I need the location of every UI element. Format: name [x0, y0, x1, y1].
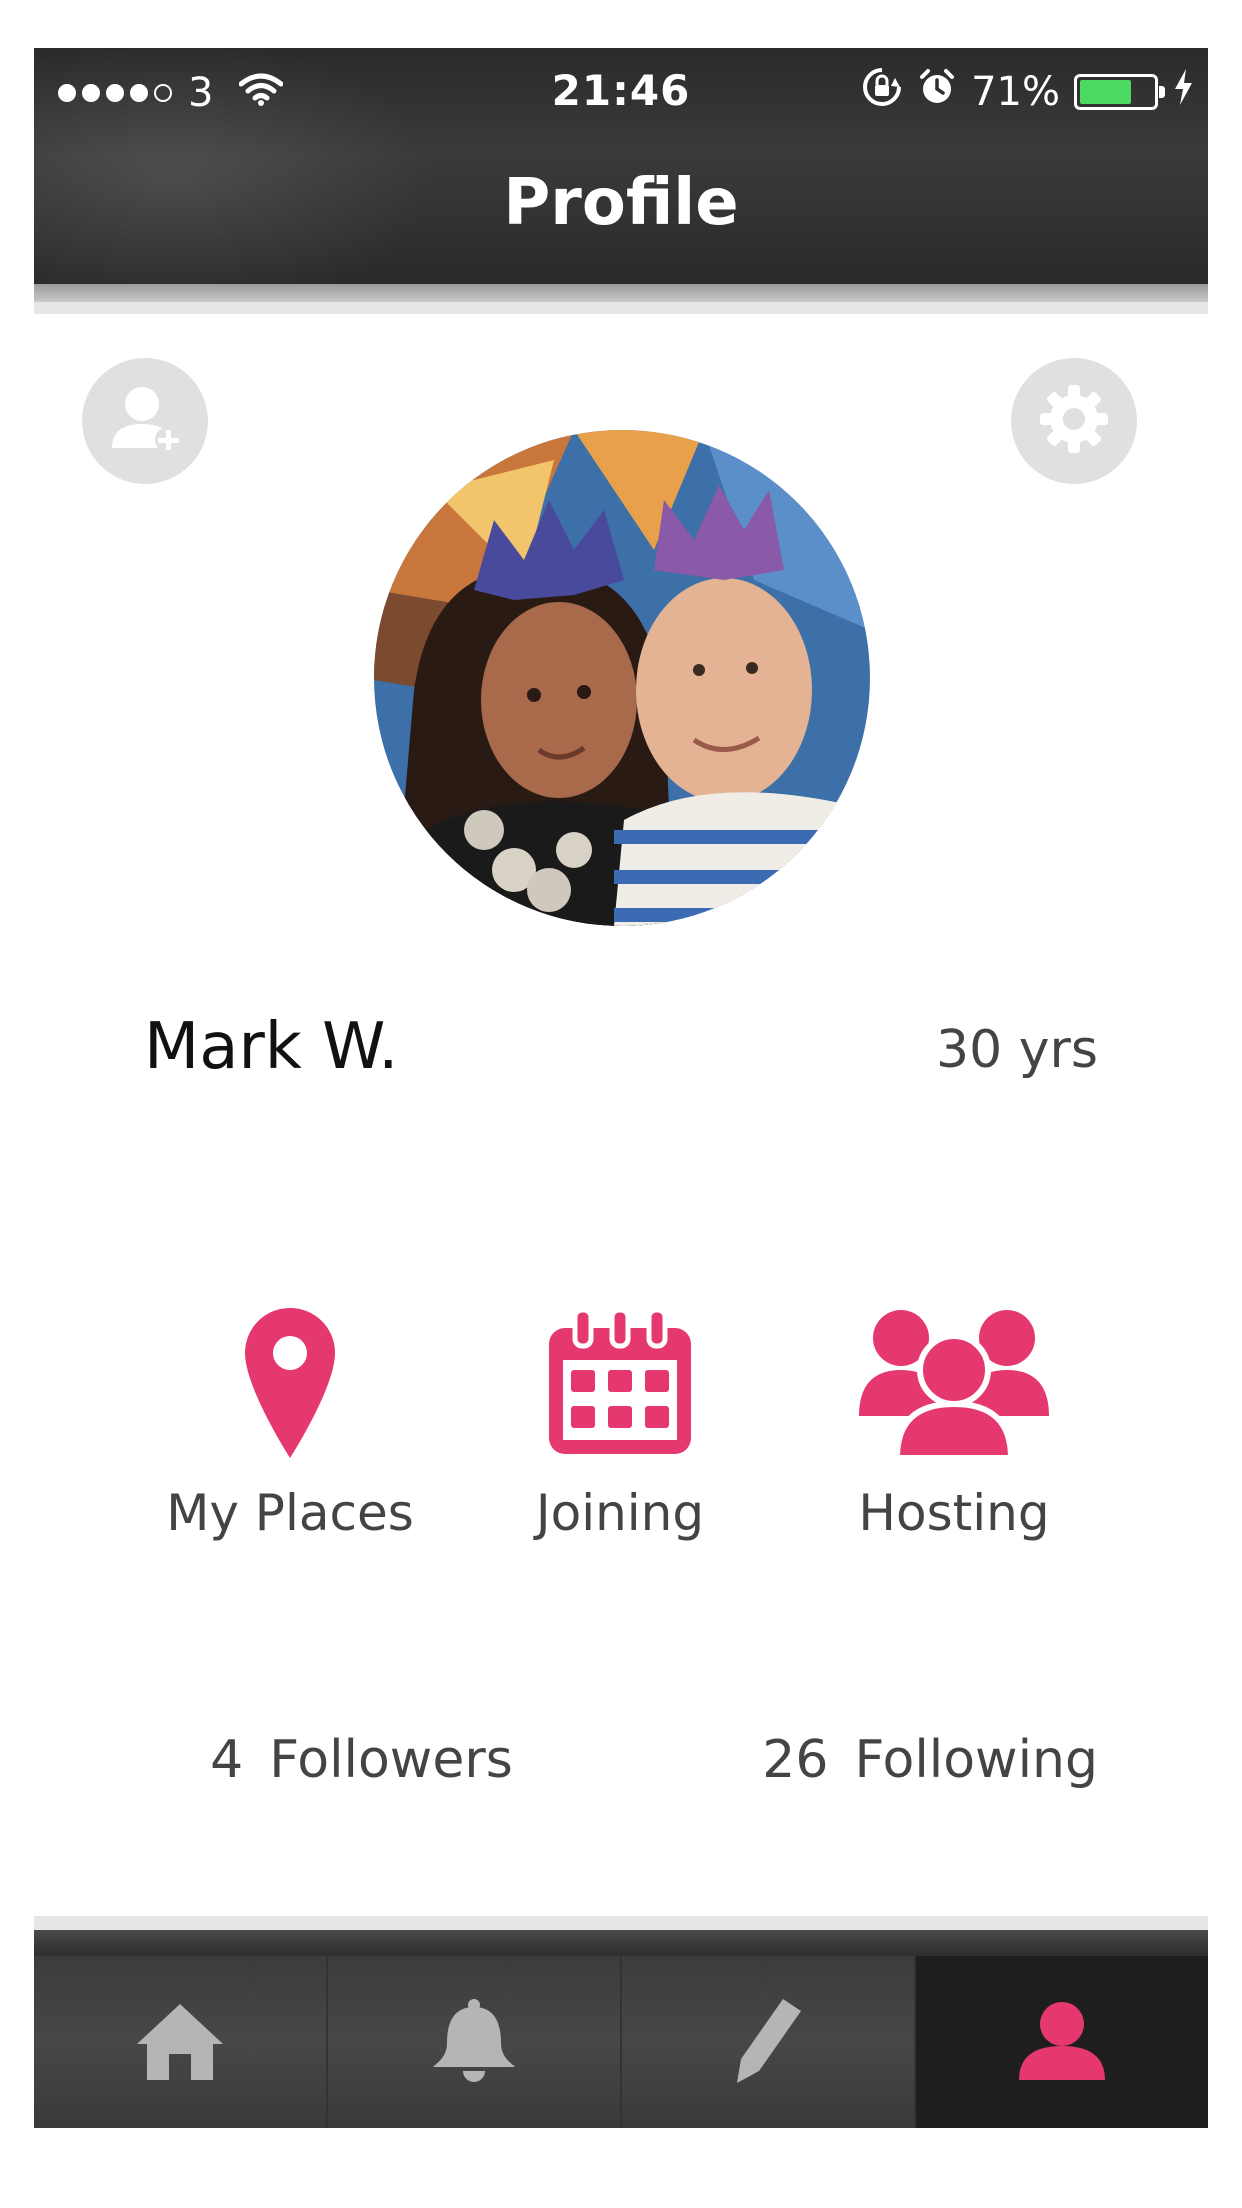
- tab-home[interactable]: [34, 1956, 328, 2128]
- group-icon: [804, 1288, 1104, 1458]
- header-divider: [34, 284, 1208, 302]
- my-places-button[interactable]: My Places: [140, 1288, 440, 1542]
- battery-icon: [1074, 74, 1165, 110]
- alarm-icon: [917, 67, 957, 117]
- header-divider-light: [34, 302, 1208, 314]
- rotation-lock-icon: [861, 66, 903, 118]
- tabbar-divider: [34, 1916, 1208, 1930]
- tab-notifications[interactable]: [328, 1956, 622, 2128]
- gear-icon: [1034, 379, 1114, 463]
- add-user-icon: [100, 374, 190, 468]
- profile-name: Mark W.: [144, 1010, 399, 1084]
- profile-screen: 3 21:46 71% Profile Mark W. 30 yrs My Pl…: [34, 48, 1208, 2128]
- followers-label: Followers: [269, 1730, 513, 1790]
- page-title: Profile: [503, 166, 739, 240]
- joining-button[interactable]: Joining: [470, 1288, 770, 1542]
- following-link[interactable]: 26 Following: [696, 1670, 1098, 1850]
- joining-label: Joining: [535, 1484, 705, 1542]
- tab-profile[interactable]: [916, 1956, 1208, 2128]
- settings-button[interactable]: [1011, 358, 1137, 484]
- bell-icon: [429, 1997, 519, 2087]
- battery-level: [1080, 80, 1132, 104]
- my-places-label: My Places: [166, 1484, 414, 1542]
- map-pin-icon: [140, 1288, 440, 1458]
- hosting-button[interactable]: Hosting: [804, 1288, 1104, 1542]
- calendar-icon: [470, 1288, 770, 1458]
- home-icon: [135, 2000, 225, 2084]
- following-count: 26: [762, 1730, 829, 1790]
- avatar[interactable]: [374, 430, 870, 926]
- battery-percent: 71%: [971, 69, 1060, 115]
- profile-age: 30 yrs: [936, 1020, 1098, 1080]
- tab-bar: [34, 1956, 1208, 2128]
- tab-compose[interactable]: [622, 1956, 916, 2128]
- charging-icon: [1172, 67, 1194, 117]
- pencil-icon: [733, 1997, 803, 2087]
- add-friend-button[interactable]: [82, 358, 208, 484]
- status-right: 71%: [861, 66, 1194, 118]
- followers-count: 4: [210, 1730, 244, 1790]
- header: 3 21:46 71% Profile: [34, 48, 1208, 284]
- following-label: Following: [854, 1730, 1098, 1790]
- tabbar-divider-dark: [34, 1930, 1208, 1956]
- hosting-label: Hosting: [858, 1484, 1050, 1542]
- status-bar: 3 21:46 71%: [34, 58, 1208, 122]
- user-icon: [1019, 2000, 1105, 2084]
- followers-link[interactable]: 4 Followers: [144, 1670, 513, 1850]
